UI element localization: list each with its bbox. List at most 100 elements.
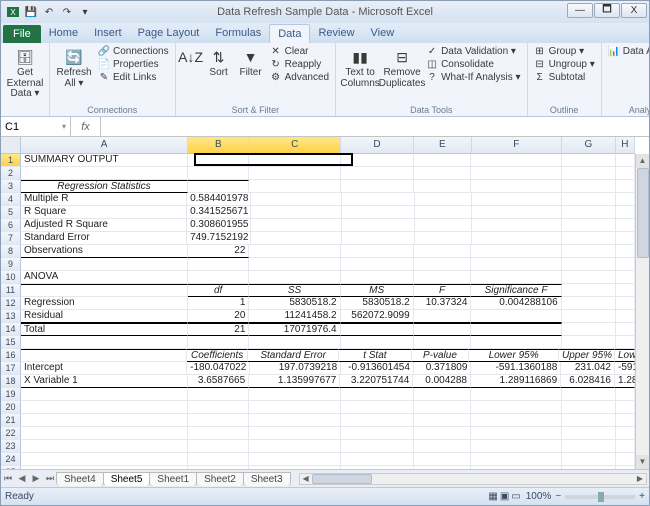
connections-button[interactable]: 🔗Connections xyxy=(96,45,171,57)
cell-E17[interactable]: 0.371809 xyxy=(414,362,472,375)
cell-C1[interactable] xyxy=(249,154,340,167)
row-header-6[interactable]: 6 xyxy=(1,219,21,232)
zoom-out-button[interactable]: − xyxy=(555,491,561,502)
cell-D23[interactable] xyxy=(341,440,414,453)
sheet-tab-sheet2[interactable]: Sheet2 xyxy=(196,472,244,486)
cell-G23[interactable] xyxy=(562,440,616,453)
cell-F21[interactable] xyxy=(471,414,561,427)
cell-A21[interactable] xyxy=(21,414,188,427)
cell-E7[interactable] xyxy=(415,232,472,245)
cell-B23[interactable] xyxy=(188,440,250,453)
consolidate-button[interactable]: ◫Consolidate xyxy=(424,58,523,70)
sheet-tab-sheet1[interactable]: Sheet1 xyxy=(149,472,197,486)
cell-F4[interactable] xyxy=(472,193,562,206)
cell-E24[interactable] xyxy=(414,453,472,466)
cell-B1[interactable] xyxy=(188,154,250,167)
cell-A6[interactable]: Adjusted R Square xyxy=(21,219,187,232)
cell-D21[interactable] xyxy=(341,414,414,427)
row-header-4[interactable]: 4 xyxy=(1,193,21,206)
cell-D15[interactable] xyxy=(341,336,414,349)
cell-A11[interactable] xyxy=(21,284,188,297)
cell-G17[interactable]: 231.042 xyxy=(561,362,615,375)
cell-H6[interactable] xyxy=(616,219,635,232)
advanced-button[interactable]: ⚙Advanced xyxy=(268,71,331,83)
cell-E4[interactable] xyxy=(415,193,472,206)
cell-H22[interactable] xyxy=(616,427,635,440)
cell-A23[interactable] xyxy=(21,440,188,453)
cell-E21[interactable] xyxy=(414,414,472,427)
reapply-button[interactable]: ↻Reapply xyxy=(268,58,331,70)
cell-B5[interactable]: 0.341525671 xyxy=(187,206,251,219)
cell-F6[interactable] xyxy=(472,219,562,232)
sort-az-button[interactable]: A↓Z xyxy=(180,45,202,67)
sheet-nav-1[interactable]: ◀ xyxy=(15,473,29,484)
cell-H12[interactable] xyxy=(616,297,635,310)
cell-A1[interactable]: SUMMARY OUTPUT xyxy=(21,154,188,167)
sheet-tab-sheet5[interactable]: Sheet5 xyxy=(103,472,151,486)
cell-F18[interactable]: 1.289116869 xyxy=(471,375,561,388)
cell-F25[interactable] xyxy=(471,466,561,469)
row-header-7[interactable]: 7 xyxy=(1,232,21,245)
cell-H16[interactable]: Lower 9 xyxy=(615,349,635,362)
file-tab[interactable]: File xyxy=(3,25,41,43)
cell-C13[interactable]: 11241458.2 xyxy=(249,310,340,323)
cell-B13[interactable]: 20 xyxy=(188,310,250,323)
cell-C11[interactable]: SS xyxy=(249,284,340,297)
cell-F7[interactable] xyxy=(472,232,562,245)
row-header-22[interactable]: 22 xyxy=(1,427,21,440)
cell-B2[interactable] xyxy=(188,167,250,180)
cell-D5[interactable] xyxy=(342,206,415,219)
row-header-16[interactable]: 16 xyxy=(1,349,21,362)
view-button-1[interactable]: ▣ xyxy=(500,491,509,502)
tab-formulas[interactable]: Formulas xyxy=(207,24,269,43)
cell-B20[interactable] xyxy=(188,401,250,414)
name-box[interactable]: C1 ▾ xyxy=(1,117,71,136)
row-header-11[interactable]: 11 xyxy=(1,284,21,297)
cell-C19[interactable] xyxy=(249,388,340,401)
cell-B24[interactable] xyxy=(188,453,250,466)
cell-A3[interactable]: Regression Statistics xyxy=(21,180,188,193)
cell-G19[interactable] xyxy=(562,388,616,401)
column-header-D[interactable]: D xyxy=(341,137,414,154)
cell-G13[interactable] xyxy=(562,310,616,323)
cell-E13[interactable] xyxy=(414,310,472,323)
row-header-5[interactable]: 5 xyxy=(1,206,21,219)
cell-E1[interactable] xyxy=(414,154,472,167)
cell-E11[interactable]: F xyxy=(414,284,472,297)
sheet-nav-2[interactable]: ▶ xyxy=(29,473,43,484)
cell-E19[interactable] xyxy=(414,388,472,401)
cell-H25[interactable] xyxy=(616,466,635,469)
cell-D17[interactable]: -0.913601454 xyxy=(341,362,414,375)
subtotal-button[interactable]: ΣSubtotal xyxy=(532,71,597,83)
cell-A14[interactable]: Total xyxy=(21,323,188,336)
cell-B16[interactable]: Coefficients xyxy=(187,349,248,362)
cell-F24[interactable] xyxy=(471,453,561,466)
cell-A17[interactable]: Intercept xyxy=(21,362,187,375)
cell-F5[interactable] xyxy=(472,206,562,219)
cell-A12[interactable]: Regression xyxy=(21,297,188,310)
cell-H23[interactable] xyxy=(616,440,635,453)
cell-G7[interactable] xyxy=(562,232,616,245)
cell-C2[interactable] xyxy=(249,167,340,180)
view-button-0[interactable]: ▦ xyxy=(488,491,497,502)
save-button[interactable]: 💾 xyxy=(23,4,39,20)
cell-F3[interactable] xyxy=(471,180,561,193)
cell-D8[interactable] xyxy=(341,245,414,258)
cell-F1[interactable] xyxy=(471,154,561,167)
close-button[interactable]: X xyxy=(621,3,647,18)
cell-F23[interactable] xyxy=(471,440,561,453)
cell-B4[interactable]: 0.584401978 xyxy=(187,193,251,206)
row-header-8[interactable]: 8 xyxy=(1,245,21,258)
cell-F16[interactable]: Lower 95% xyxy=(469,349,559,362)
cell-C7[interactable] xyxy=(251,232,342,245)
cell-H10[interactable] xyxy=(616,271,635,284)
cell-D19[interactable] xyxy=(341,388,414,401)
cell-B6[interactable]: 0.308601955 xyxy=(187,219,251,232)
column-header-H[interactable]: H xyxy=(616,137,635,154)
horizontal-scrollbar[interactable]: ◀ ▶ xyxy=(299,473,647,485)
cell-D18[interactable]: 3.220751744 xyxy=(340,375,413,388)
row-header-9[interactable]: 9 xyxy=(1,258,21,271)
cell-G5[interactable] xyxy=(562,206,616,219)
cell-D24[interactable] xyxy=(341,453,414,466)
cell-F22[interactable] xyxy=(471,427,561,440)
